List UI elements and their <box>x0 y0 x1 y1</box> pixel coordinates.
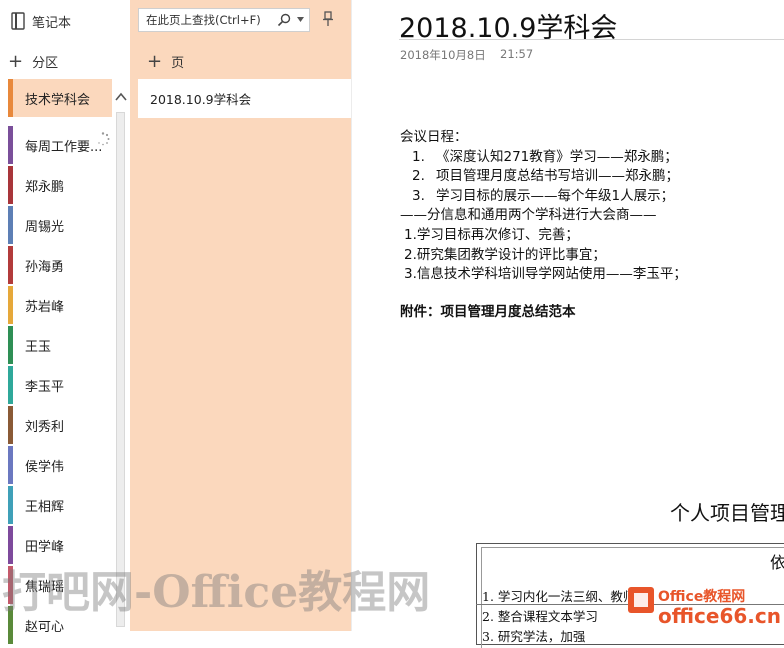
sync-spinner-icon <box>98 132 110 146</box>
section-item[interactable]: 李玉平 <box>8 366 112 404</box>
section-label: 侯学伟 <box>25 459 65 475</box>
watermark-logo: Office教程网 office66.cn <box>628 587 781 628</box>
pin-icon[interactable] <box>322 11 334 27</box>
section-label: 王玉 <box>25 339 52 355</box>
section-label: 孙海勇 <box>25 259 65 275</box>
page-search-input[interactable]: 在此页上查找(Ctrl+F) <box>138 8 310 32</box>
watermark-logo-brand: Office教程网 <box>658 588 745 605</box>
add-page-button[interactable]: + 页 <box>147 52 184 71</box>
chevron-down-icon[interactable] <box>297 17 304 23</box>
section-color-tab <box>8 79 13 117</box>
embedded-doc-line: 1. 学习内化一法三纲、教师课 <box>482 589 648 604</box>
section-item[interactable]: 王玉 <box>8 326 112 364</box>
section-label: 技术学科会 <box>25 92 91 108</box>
section-color-tab <box>8 246 13 284</box>
embedded-doc-title: 个人项目管理 <box>670 501 784 525</box>
section-color-tab <box>8 206 13 244</box>
add-section-label: 分区 <box>32 56 59 71</box>
embedded-doc-header-char: 依 <box>770 553 784 572</box>
agenda-item: 2. 项目管理月度总结书写培训——郑永鹏； <box>412 168 679 185</box>
watermark-text: 打吧网-Office教程网 <box>2 567 431 618</box>
title-underline <box>399 39 784 40</box>
note-content[interactable]: 会议日程： 1. 《深度认知271教育》学习——郑永鹏； 2. 项目管理月度总结书写… <box>400 128 687 322</box>
section-item[interactable]: 技术学科会 <box>8 79 112 117</box>
notebook-header[interactable]: 笔记本 <box>10 10 71 32</box>
add-section-button[interactable]: + 分区 <box>8 52 58 71</box>
section-item[interactable]: 苏岩峰 <box>8 286 112 324</box>
scroll-up-icon[interactable] <box>114 90 128 104</box>
scrollbar-thumb[interactable] <box>116 112 125 627</box>
section-color-tab <box>8 446 13 484</box>
agenda-item: 3. 学习目标的展示——每个年级1人展示； <box>412 187 675 204</box>
section-label: 李玉平 <box>25 379 65 395</box>
sub-item: 1.学习目标再次修订、完善； <box>404 226 579 243</box>
agenda-item: 1. 《深度认知271教育》学习——郑永鹏； <box>412 148 678 165</box>
add-page-label: 页 <box>171 56 185 71</box>
notebook-icon <box>11 12 25 30</box>
section-label: 王相辉 <box>25 499 65 515</box>
plus-icon: + <box>8 50 24 72</box>
section-color-tab <box>8 126 13 164</box>
section-color-tab <box>8 406 13 444</box>
section-color-tab <box>8 366 13 404</box>
section-label: 郑永鹏 <box>25 179 65 195</box>
section-color-tab <box>8 326 13 364</box>
page-time: 21:57 <box>500 47 534 61</box>
section-item[interactable]: 周锡光 <box>8 206 112 244</box>
search-icon[interactable] <box>277 13 291 27</box>
embedded-doc-line: 3. 研究学法，加强 <box>482 629 586 644</box>
embedded-doc-line: 2. 整合课程文本学习 <box>482 609 598 624</box>
agenda-heading: 会议日程： <box>400 129 468 145</box>
split-line: ——分信息和通用两个学科进行大会商—— <box>400 207 657 224</box>
attachment-label: 附件：项目管理月度总结范本 <box>400 303 576 320</box>
sub-item: 3.信息技术学科培训导学网站使用——李玉平； <box>404 266 687 283</box>
section-label: 田学峰 <box>25 539 65 555</box>
section-color-tab <box>8 286 13 324</box>
section-item[interactable]: 侯学伟 <box>8 446 112 484</box>
section-scrollbar[interactable] <box>114 86 128 631</box>
section-item[interactable]: 王相辉 <box>8 486 112 524</box>
page-item-active[interactable]: 2018.10.9学科会 <box>138 79 351 118</box>
search-placeholder: 在此页上查找(Ctrl+F) <box>146 13 261 27</box>
section-pane: 笔记本 + 分区 技术学科会每周工作要... 郑永鹏周锡光孙海勇苏岩峰王玉李玉平刘… <box>0 0 131 644</box>
page-item-label: 2018.10.9学科会 <box>150 92 252 107</box>
section-label: 每周工作要... <box>25 139 103 155</box>
section-color-tab <box>8 166 13 204</box>
section-label: 苏岩峰 <box>25 299 65 315</box>
section-item[interactable]: 刘秀利 <box>8 406 112 444</box>
notebook-title: 笔记本 <box>32 15 72 31</box>
section-color-tab <box>8 486 13 524</box>
plus-icon: + <box>147 50 163 72</box>
sub-item: 2.研究集团教学设计的评比事宜； <box>404 246 606 263</box>
section-label: 刘秀利 <box>25 419 65 435</box>
note-canvas[interactable]: 2018.10.9学科会 2018年10月8日 21:57 会议日程： 1. 《深… <box>352 0 784 648</box>
section-item[interactable]: 孙海勇 <box>8 246 112 284</box>
page-pane: 在此页上查找(Ctrl+F) + 页 2018.10.9学科会 <box>130 0 351 631</box>
page-date: 2018年10月8日 <box>400 48 486 62</box>
section-item[interactable]: 郑永鹏 <box>8 166 112 204</box>
section-label: 周锡光 <box>25 219 65 235</box>
watermark-logo-text: office66.cn <box>658 604 781 628</box>
